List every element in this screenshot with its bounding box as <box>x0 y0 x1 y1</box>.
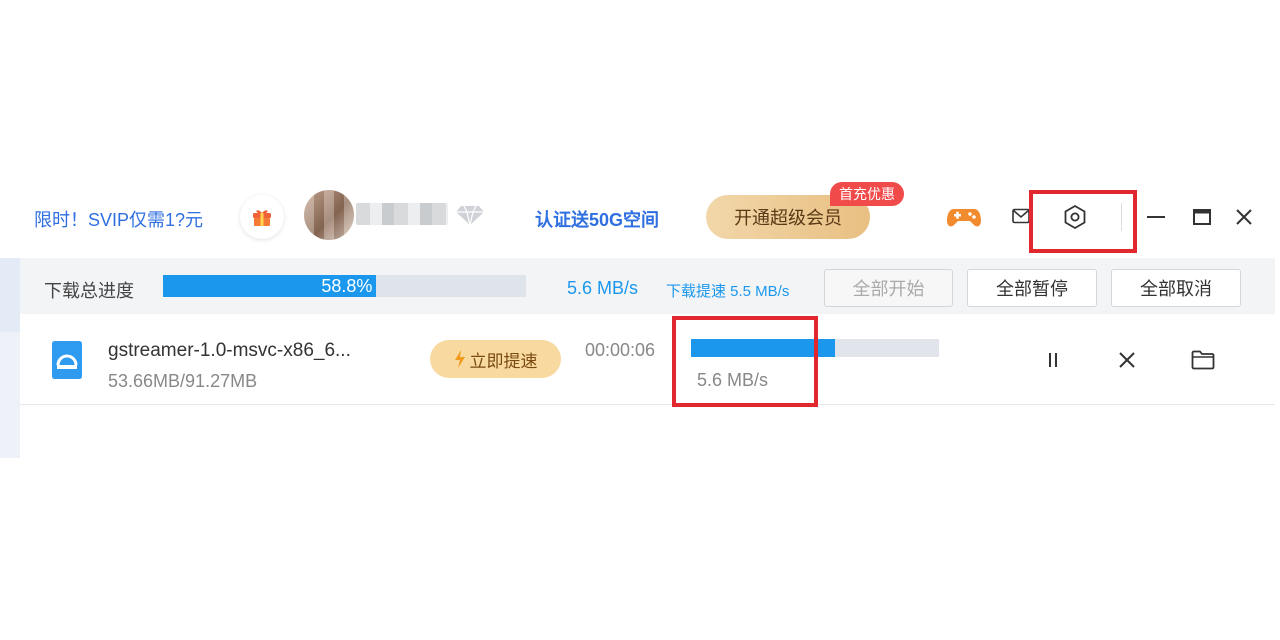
mail-icon[interactable] <box>1012 208 1030 229</box>
cancel-all-button[interactable]: 全部取消 <box>1111 269 1241 307</box>
pause-all-label: 全部暂停 <box>996 279 1068 299</box>
maximize-button[interactable] <box>1189 204 1215 230</box>
progress-highlight-box <box>672 316 818 407</box>
diamond-icon[interactable] <box>455 204 485 231</box>
total-progress-label: 下载总进度 <box>44 281 134 301</box>
boost-speed: 下载提速 5.5 MB/s <box>666 283 790 300</box>
total-speed: 5.6 MB/s <box>567 278 639 298</box>
cancel-all-label: 全部取消 <box>1140 279 1212 299</box>
gamepad-icon[interactable] <box>946 203 982 236</box>
gift-icon <box>253 210 271 226</box>
username-blurred <box>356 203 448 225</box>
boost-now-button[interactable]: 立即提速 <box>430 340 561 378</box>
minimize-icon <box>1147 216 1165 218</box>
pause-icon <box>1049 353 1057 367</box>
installer-file-icon <box>50 340 84 385</box>
lightning-icon <box>454 350 465 368</box>
left-sidebar-selected <box>0 258 20 332</box>
gift-button[interactable] <box>240 195 284 239</box>
folder-icon <box>1191 350 1215 370</box>
pause-button[interactable] <box>1040 347 1066 373</box>
start-all-button[interactable]: 全部开始 <box>824 269 953 307</box>
start-all-label: 全部开始 <box>852 279 925 299</box>
avatar[interactable] <box>304 190 354 240</box>
verify-space-link[interactable]: 认证送50G空间 <box>535 206 659 232</box>
first-charge-badge: 首充优惠 <box>830 182 904 206</box>
cancel-icon <box>1119 352 1135 368</box>
close-icon <box>1236 209 1252 225</box>
open-folder-button[interactable] <box>1190 347 1216 373</box>
svip-promo-link[interactable]: 限时！SVIP仅需1?元 <box>34 206 203 232</box>
download-file-name: gstreamer-1.0-msvc-x86_6... <box>108 340 351 361</box>
total-progress-percent: 58.8% <box>321 276 373 296</box>
close-window-button[interactable] <box>1231 204 1257 230</box>
download-file-size: 53.66MB/91.27MB <box>108 371 258 391</box>
boost-now-label: 立即提速 <box>469 351 538 371</box>
pause-all-button[interactable]: 全部暂停 <box>967 269 1097 307</box>
total-progress-bar: 58.8% <box>163 275 526 297</box>
maximize-icon <box>1193 209 1211 225</box>
cancel-download-button[interactable] <box>1114 347 1140 373</box>
minimize-button[interactable] <box>1143 204 1169 230</box>
header-divider <box>1121 203 1122 231</box>
open-svip-label: 开通超级会员 <box>734 208 842 228</box>
elapsed-time: 00:00:06 <box>585 340 656 360</box>
